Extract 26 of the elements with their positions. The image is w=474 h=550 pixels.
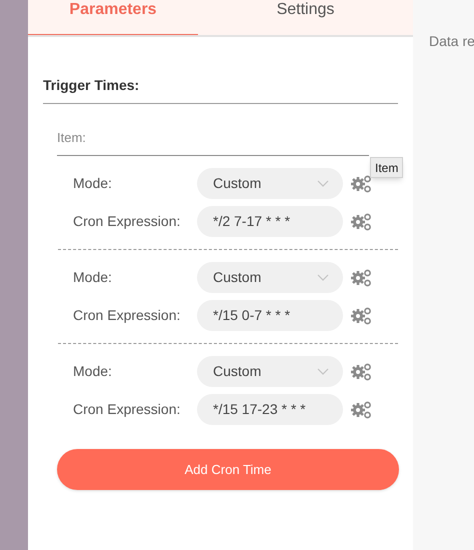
gears-icon[interactable] [350, 268, 372, 286]
gears-icon[interactable] [350, 400, 372, 418]
chevron-down-icon [317, 274, 329, 281]
section-title: Trigger Times: [43, 76, 140, 95]
cron-expression-label: Cron Expression: [72, 306, 182, 325]
cron-expression-label: Cron Expression: [72, 212, 182, 231]
mode-label: Mode: [72, 362, 113, 381]
item-label: Item: [57, 129, 87, 147]
gears-icon[interactable] [350, 362, 372, 380]
gears-icon[interactable] [350, 212, 372, 230]
cron-expression-field[interactable]: */15 0-7 * * * [197, 300, 343, 331]
chevron-down-icon [317, 180, 329, 187]
mode-select[interactable]: Custom [197, 262, 343, 293]
tab[interactable]: Settings [198, 0, 413, 35]
gears-icon[interactable] [350, 174, 372, 192]
cron-expression-field[interactable]: */2 7-17 * * * [197, 206, 343, 237]
mode-select[interactable]: Custom [197, 168, 343, 199]
mode-select[interactable]: Custom [197, 356, 343, 387]
cron-expression-label: Cron Expression: [72, 400, 182, 419]
cron-expression-field[interactable]: */15 17-23 * * * [197, 394, 343, 425]
chevron-down-icon [317, 368, 329, 375]
gears-icon[interactable] [350, 306, 372, 324]
side-panel-text: Data re [429, 32, 474, 51]
tooltip: Item [370, 157, 404, 178]
mode-label: Mode: [72, 174, 113, 193]
mode-label: Mode: [72, 268, 113, 287]
